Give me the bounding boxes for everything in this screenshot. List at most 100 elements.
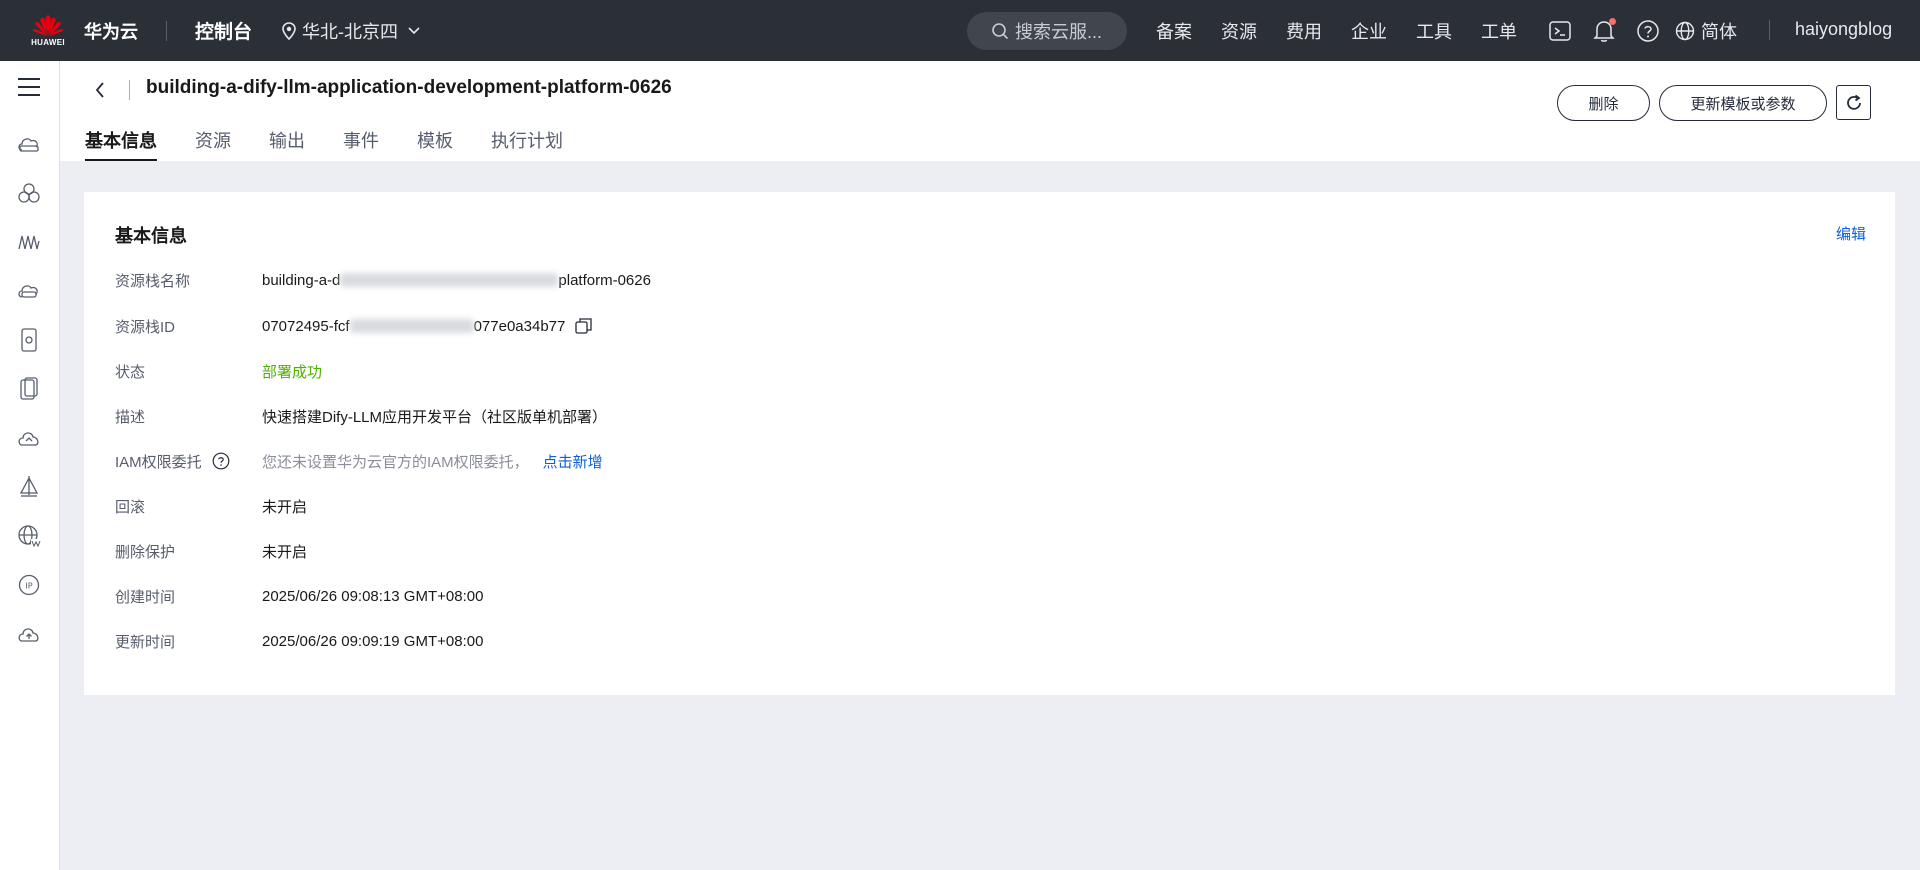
top-icons: 简体 [1547, 0, 1737, 61]
cloud-server-icon[interactable] [15, 130, 43, 158]
notification-dot [1609, 17, 1616, 25]
delete-protection-value: 未开启 [262, 543, 308, 561]
chevron-left-icon [95, 82, 104, 98]
add-delegation-link[interactable]: 点击新增 [543, 451, 603, 472]
stack-id-prefix: 07072495-fcf [262, 317, 350, 335]
stack-name-value[interactable]: building-a-d platform-0626 [262, 272, 651, 289]
brand-name[interactable]: 华为云 [84, 18, 138, 44]
globe-icon [1675, 21, 1695, 40]
chevron-down-icon [408, 26, 420, 34]
search-input[interactable]: 搜索云服... [967, 12, 1127, 50]
description-value: 快速搭建Dify-LLM应用开发平台（社区版单机部署） [262, 408, 608, 426]
nav-tools[interactable]: 工具 [1416, 18, 1452, 44]
row-label: 描述 [115, 408, 146, 426]
huawei-logo[interactable]: HUAWEI [24, 14, 72, 47]
left-sidebar: IP [0, 61, 60, 870]
tab-execution-plan[interactable]: 执行计划 [491, 127, 563, 161]
tab-bar: 基本信息 资源 输出 事件 模板 执行计划 [85, 127, 601, 161]
redacted-text [340, 273, 559, 287]
top-nav-links: 备案 资源 费用 企业 工具 工单 [1156, 0, 1546, 61]
cloud-shell-icon[interactable] [1547, 18, 1573, 44]
menu-icon[interactable] [15, 73, 43, 101]
huawei-logo-text: HUAWEI [31, 37, 65, 47]
cloud-upload-icon[interactable] [15, 620, 43, 648]
language-label: 简体 [1701, 21, 1737, 42]
location-pin-icon [282, 21, 296, 40]
storage-icon[interactable] [15, 277, 43, 305]
console-link[interactable]: 控制台 [195, 17, 252, 44]
basic-info-card: 基本信息 编辑 资源栈名称 building-a-d platform-0626… [84, 192, 1895, 695]
row-rollback: 回滚 未开启 [115, 495, 307, 517]
cluster-icon[interactable] [15, 179, 43, 207]
copy-icon[interactable] [575, 317, 593, 335]
ip-icon[interactable]: IP [15, 571, 43, 599]
stack-id-suffix: 077e0a34b77 [473, 317, 566, 335]
nav-resources[interactable]: 资源 [1221, 18, 1257, 44]
iam-delegation-text: 您还未设置华为云官方的IAM权限委托， [262, 453, 529, 471]
nav-beian[interactable]: 备案 [1156, 18, 1192, 44]
topbar-divider [166, 20, 167, 41]
page-header: building-a-dify-llm-application-developm… [60, 61, 1920, 161]
network-icon[interactable] [15, 228, 43, 256]
updated-time-value: 2025/06/26 09:09:19 GMT+08:00 [262, 632, 484, 650]
refresh-icon [1846, 94, 1861, 110]
created-time-value: 2025/06/26 09:08:13 GMT+08:00 [262, 587, 484, 605]
globe-icon[interactable] [15, 522, 43, 550]
row-status: 状态 部署成功 [115, 360, 322, 382]
row-label: 状态 [115, 363, 146, 381]
svg-text:IP: IP [25, 582, 32, 591]
notification-bell-icon[interactable] [1591, 17, 1617, 44]
update-template-button[interactable]: 更新模板或参数 [1659, 85, 1827, 121]
row-label: 创建时间 [115, 588, 176, 606]
title-divider [129, 80, 130, 100]
cloud-icon[interactable] [15, 424, 43, 452]
tab-basic-info[interactable]: 基本信息 [85, 127, 157, 161]
back-button[interactable] [90, 78, 110, 102]
top-navbar: HUAWEI 华为云 控制台 华北-北京四 搜索云服... 备案 资源 费用 企… [0, 0, 1920, 61]
stack-id-value[interactable]: 07072495-fcf 077e0a34b77 [262, 317, 593, 335]
phone-icon[interactable] [15, 326, 43, 354]
row-stack-name: 资源栈名称 building-a-d platform-0626 [115, 269, 651, 291]
search-icon [992, 23, 1009, 40]
stack-name-suffix: platform-0626 [558, 271, 651, 289]
row-iam-delegation: IAM权限委托 您还未设置华为云官方的IAM权限委托， 点击新增 [115, 450, 603, 472]
huawei-flower-icon [33, 14, 63, 36]
nav-enterprise[interactable]: 企业 [1351, 18, 1387, 44]
region-selector[interactable]: 华北-北京四 [282, 18, 420, 44]
nav-billing[interactable]: 费用 [1286, 18, 1322, 44]
tab-template[interactable]: 模板 [417, 127, 453, 161]
deploy-icon[interactable] [15, 473, 43, 501]
mobile-app-icon[interactable] [15, 375, 43, 403]
status-badge: 部署成功 [262, 363, 323, 381]
row-stack-id: 资源栈ID 07072495-fcf 077e0a34b77 [115, 315, 593, 337]
row-label: 删除保护 [115, 543, 176, 561]
row-created-time: 创建时间 2025/06/26 09:08:13 GMT+08:00 [115, 585, 483, 607]
page-title: building-a-dify-llm-application-developm… [146, 77, 672, 98]
row-updated-time: 更新时间 2025/06/26 09:09:19 GMT+08:00 [115, 630, 483, 652]
tab-events[interactable]: 事件 [343, 127, 379, 161]
topbar-divider-right [1769, 20, 1770, 40]
stack-name-prefix: building-a-d [262, 271, 341, 289]
help-icon[interactable] [1635, 18, 1661, 44]
language-selector[interactable]: 简体 [1675, 18, 1737, 44]
row-label: 更新时间 [115, 633, 176, 651]
search-placeholder: 搜索云服... [1015, 22, 1103, 42]
refresh-button[interactable] [1836, 85, 1871, 120]
row-description: 描述 快速搭建Dify-LLM应用开发平台（社区版单机部署） [115, 405, 607, 427]
username-menu[interactable]: haiyongblog [1795, 19, 1892, 40]
redacted-text [349, 319, 474, 333]
row-label: 资源栈名称 [115, 272, 191, 290]
row-label: IAM权限委托 [115, 453, 202, 471]
nav-tickets[interactable]: 工单 [1481, 18, 1517, 44]
tab-resources[interactable]: 资源 [195, 127, 231, 161]
delete-button[interactable]: 删除 [1557, 85, 1650, 121]
card-title: 基本信息 [115, 226, 187, 246]
row-label: 资源栈ID [115, 318, 176, 336]
tab-outputs[interactable]: 输出 [269, 127, 305, 161]
row-label: 回滚 [115, 498, 146, 516]
row-delete-protection: 删除保护 未开启 [115, 540, 307, 562]
rollback-value: 未开启 [262, 498, 308, 516]
region-label: 华北-北京四 [302, 21, 399, 42]
help-circle-icon[interactable] [212, 452, 230, 470]
edit-link[interactable]: 编辑 [1836, 223, 1866, 244]
